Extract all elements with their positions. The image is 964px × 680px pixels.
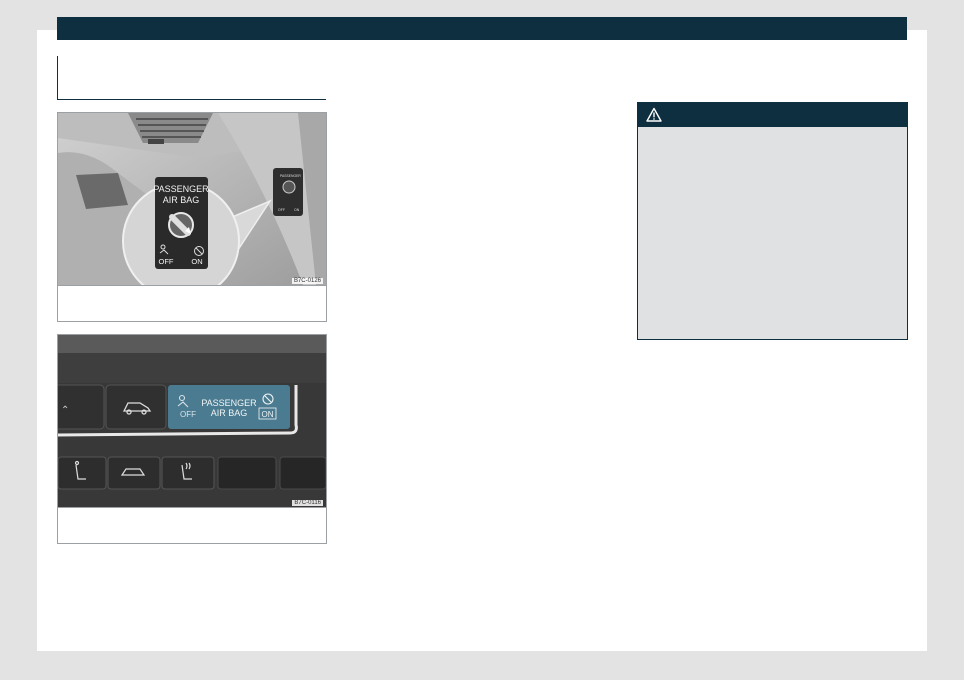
warning-header [638,103,907,127]
small-passenger-text: PASSENGER [280,174,301,178]
figure-caption [58,285,326,322]
indicator-off-label: OFF [180,410,196,419]
figure-key-switch-image: PASSENGER OFF ON PASSENGER AIR BAG OFF O… [58,113,326,285]
page-header-bar [57,17,907,40]
warning-box [637,102,908,340]
switch-passenger-text: PASSENGER [153,184,209,194]
switch-on-label: ON [191,257,202,266]
figure-key-switch: PASSENGER OFF ON PASSENGER AIR BAG OFF O… [57,112,327,322]
small-off-text: OFF [278,208,285,212]
figure-code: B7C-0126 [291,278,323,284]
figure-console-image: ⌃ OFF PASSENGER AIR BAG ON B7C-0116 [58,335,326,507]
indicator-passenger-text: PASSENGER [201,398,257,408]
indicator-on-label: ON [262,410,274,419]
indicator-airbag-text: AIR BAG [211,408,248,418]
button-chevron-icon: ⌃ [61,405,69,416]
figure-code: B7C-0116 [292,500,323,506]
section-heading-frame [57,56,326,100]
switch-airbag-text: AIR BAG [163,195,200,205]
small-on-text: ON [294,208,300,212]
figure-caption [58,507,326,544]
figure-console-indicator: ⌃ OFF PASSENGER AIR BAG ON B7C-0116 [57,334,327,544]
switch-off-label: OFF [159,257,174,266]
warning-triangle-icon [646,107,662,122]
